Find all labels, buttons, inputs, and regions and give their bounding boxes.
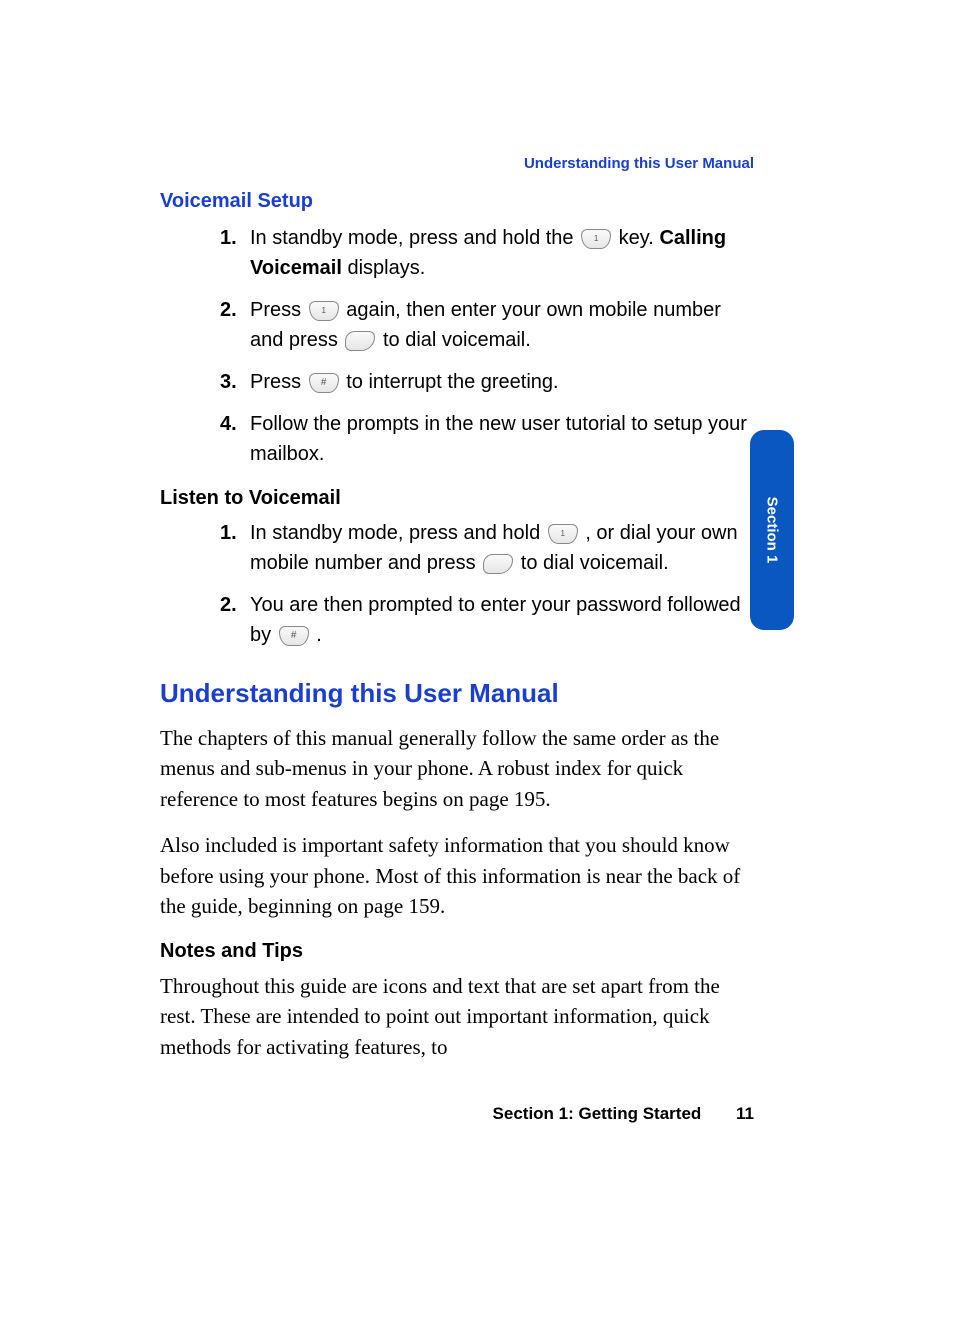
pound-key-icon — [279, 626, 309, 646]
step-text: Press — [250, 299, 307, 321]
pound-key-icon — [309, 373, 339, 393]
list-item: Press 1 again, then enter your own mobil… — [250, 295, 754, 355]
step-text: Press — [250, 371, 307, 393]
step-text: In standby mode, press and hold — [250, 522, 546, 544]
list-item: In standby mode, press and hold the 1 ke… — [250, 223, 754, 283]
footer-page-number: 11 — [736, 1104, 754, 1123]
section-tab-label: Section 1 — [764, 497, 781, 564]
step-text: to dial voicemail. — [521, 552, 669, 574]
listen-voicemail-steps: In standby mode, press and hold 1 , or d… — [160, 518, 754, 650]
one-key-icon: 1 — [581, 229, 611, 249]
step-text: . — [316, 624, 322, 646]
heading-understanding-manual: Understanding this User Manual — [160, 678, 754, 709]
list-item: Follow the prompts in the new user tutor… — [250, 409, 754, 469]
body-paragraph: Also included is important safety inform… — [160, 830, 754, 921]
step-text: displays. — [347, 257, 425, 279]
step-text: key. — [619, 227, 660, 249]
heading-listen-to-voicemail: Listen to Voicemail — [160, 487, 754, 510]
step-text: to dial voicemail. — [383, 329, 531, 351]
send-key-icon — [345, 331, 375, 351]
footer-section: Section 1: Getting Started — [493, 1104, 702, 1123]
step-text: Follow the prompts in the new user tutor… — [250, 413, 747, 465]
page-footer: Section 1: Getting Started 11 — [493, 1104, 754, 1124]
one-key-icon: 1 — [309, 301, 339, 321]
list-item: You are then prompted to enter your pass… — [250, 590, 754, 650]
one-key-icon: 1 — [548, 524, 578, 544]
body-paragraph: The chapters of this manual generally fo… — [160, 723, 754, 814]
list-item: Press to interrupt the greeting. — [250, 367, 754, 397]
heading-voicemail-setup: Voicemail Setup — [160, 190, 754, 213]
step-text: In standby mode, press and hold the — [250, 227, 579, 249]
send-key-icon — [483, 554, 513, 574]
list-item: In standby mode, press and hold 1 , or d… — [250, 518, 754, 578]
voicemail-setup-steps: In standby mode, press and hold the 1 ke… — [160, 223, 754, 469]
body-paragraph: Throughout this guide are icons and text… — [160, 971, 754, 1062]
heading-notes-and-tips: Notes and Tips — [160, 940, 754, 963]
step-text: You are then prompted to enter your pass… — [250, 594, 741, 646]
section-tab: Section 1 — [750, 430, 794, 630]
running-head: Understanding this User Manual — [524, 155, 754, 172]
step-text: to interrupt the greeting. — [346, 371, 558, 393]
